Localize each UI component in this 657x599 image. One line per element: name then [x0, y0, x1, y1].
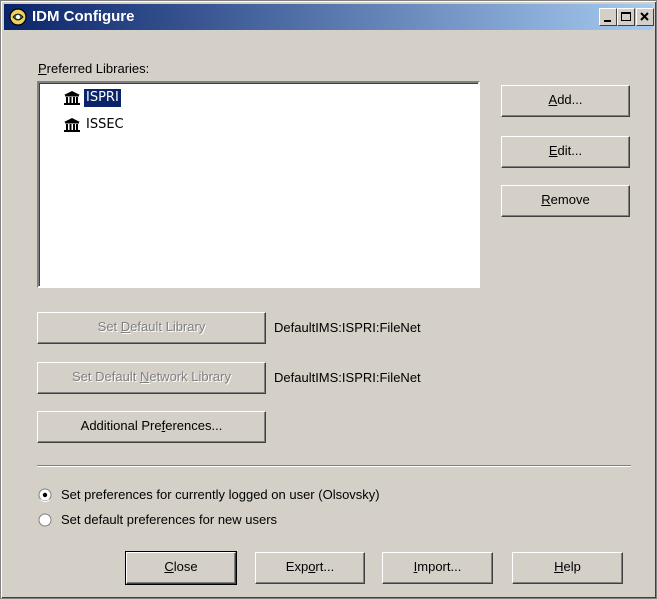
close-window-button[interactable] [636, 8, 654, 26]
title-bar[interactable]: IDM Configure [4, 4, 654, 30]
set-default-network-library-button[interactable]: Set Default Network Library [37, 362, 266, 394]
window-title: IDM Configure [32, 8, 135, 25]
set-default-library-button[interactable]: Set Default Library [37, 312, 266, 344]
library-name: ISSEC [86, 117, 124, 132]
minimize-icon [604, 20, 611, 22]
additional-preferences-button[interactable]: Additional Preferences... [37, 411, 266, 443]
default-network-library-value: DefaultIMS:ISPRI:FileNet [274, 370, 421, 385]
library-name: ISPRI [83, 88, 122, 108]
preferred-libraries-list[interactable]: ISPRI ISSEC [37, 81, 480, 288]
close-button[interactable]: Close [125, 551, 237, 585]
radio-current-user-label[interactable]: Set preferences for currently logged on … [61, 487, 380, 503]
edit-button[interactable]: Edit... [501, 136, 630, 168]
maximize-icon [621, 12, 631, 21]
close-icon [640, 12, 649, 21]
help-button[interactable]: Help [512, 552, 623, 584]
idm-app-icon [9, 8, 27, 26]
idm-configure-window: IDM Configure Preferred Libraries: ISPRI [0, 0, 657, 599]
radio-current-user[interactable] [38, 488, 52, 502]
maximize-button[interactable] [617, 8, 635, 26]
minimize-button[interactable] [599, 8, 617, 26]
radio-new-users[interactable] [38, 513, 52, 527]
import-button[interactable]: Import... [382, 552, 493, 584]
radio-new-users-label[interactable]: Set default preferences for new users [61, 512, 277, 528]
export-button[interactable]: Export... [255, 552, 365, 584]
library-building-icon [64, 118, 80, 132]
separator [37, 465, 631, 467]
add-button[interactable]: Add... [501, 85, 630, 117]
preferred-libraries-label: Preferred Libraries: [38, 61, 150, 76]
library-building-icon [64, 91, 80, 105]
remove-button[interactable]: Remove [501, 185, 630, 217]
default-library-value: DefaultIMS:ISPRI:FileNet [274, 320, 421, 335]
